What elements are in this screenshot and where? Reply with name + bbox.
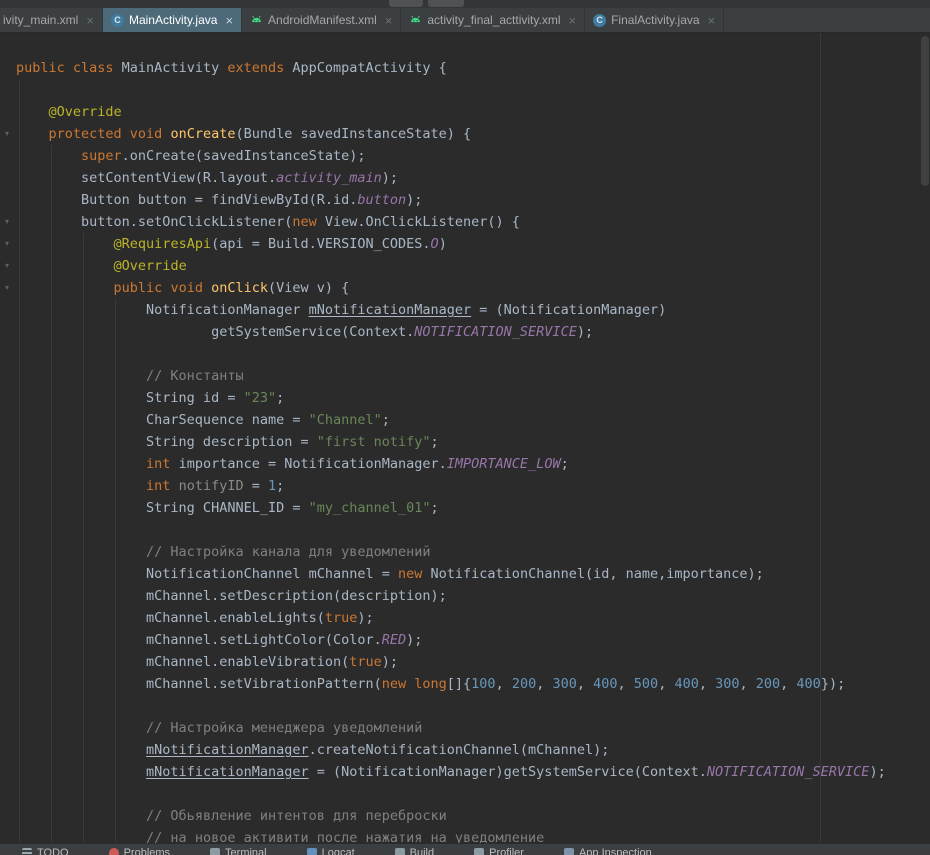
tab-label: FinalActivity.java xyxy=(611,13,699,27)
tool-window-button-logcat[interactable]: Logcat xyxy=(307,847,355,855)
code-line: mChannel.enableLights(true); xyxy=(0,607,930,629)
code-line: String description = "first notify"; xyxy=(0,431,930,453)
tool-window-label: Logcat xyxy=(322,847,355,855)
code-line: getSystemService(Context.NOTIFICATION_SE… xyxy=(0,321,930,343)
editor-tab-bar: ivity_main.xml×CMainActivity.java×Androi… xyxy=(0,8,930,33)
code-line: ▾ button.setOnClickListener(new View.OnC… xyxy=(0,211,930,233)
profiler-icon xyxy=(474,848,484,855)
tab-label: MainActivity.java xyxy=(129,13,217,27)
java-class-icon: C xyxy=(593,14,606,27)
code-line xyxy=(0,783,930,805)
tab-close-icon[interactable]: × xyxy=(225,14,233,27)
code-line: mChannel.setLightColor(Color.RED); xyxy=(0,629,930,651)
tab-label: ivity_main.xml xyxy=(3,13,78,27)
android-icon xyxy=(409,14,422,27)
tool-window-label: Build xyxy=(410,847,434,855)
app-inspection-icon xyxy=(564,848,574,855)
code-line xyxy=(0,343,930,365)
tab-activity-main-xml[interactable]: ivity_main.xml × xyxy=(0,8,103,32)
code-editor[interactable]: public class MainActivity extends AppCom… xyxy=(0,33,930,855)
code-line: int notifyID = 1; xyxy=(0,475,930,497)
code-line: Button button = findViewById(R.id.button… xyxy=(0,189,930,211)
tool-window-label: Profiler xyxy=(489,847,524,855)
tool-window-label: TODO xyxy=(37,847,69,855)
code-line: // Обьявление интентов для переброски xyxy=(0,805,930,827)
tool-window-button-profiler[interactable]: Profiler xyxy=(474,847,524,855)
tab-mainactivity-java[interactable]: C MainActivity.java × xyxy=(103,8,242,32)
main-toolbar xyxy=(0,0,930,8)
logcat-icon xyxy=(307,848,317,855)
tool-window-label: Problems xyxy=(124,847,170,855)
fold-marker-icon[interactable]: ▾ xyxy=(1,255,13,277)
code-line: ▾ @Override xyxy=(0,255,930,277)
fold-marker-icon[interactable]: ▾ xyxy=(1,123,13,145)
android-icon xyxy=(250,14,263,27)
android-studio-window: ivity_main.xml×CMainActivity.java×Androi… xyxy=(0,0,930,855)
code-line: mNotificationManager.createNotificationC… xyxy=(0,739,930,761)
code-line: // Настройка менеджера уведомлений xyxy=(0,717,930,739)
tab-androidmanifest-xml[interactable]: AndroidManifest.xml × xyxy=(242,8,401,32)
code-line: String id = "23"; xyxy=(0,387,930,409)
code-line xyxy=(0,695,930,717)
tool-window-button-problems[interactable]: Problems xyxy=(109,847,170,855)
code-line: // Константы xyxy=(0,365,930,387)
code-line: super.onCreate(savedInstanceState); xyxy=(0,145,930,167)
fold-marker-icon[interactable]: ▾ xyxy=(1,233,13,255)
code-line: NotificationChannel mChannel = new Notif… xyxy=(0,563,930,585)
tab-label: activity_final_acttivity.xml xyxy=(427,13,560,27)
tab-close-icon[interactable]: × xyxy=(385,14,393,27)
tab-close-icon[interactable]: × xyxy=(569,14,577,27)
tool-window-button-terminal[interactable]: Terminal xyxy=(210,847,267,855)
tab-label: AndroidManifest.xml xyxy=(268,13,377,27)
code-line: mNotificationManager = (NotificationMana… xyxy=(0,761,930,783)
code-lines: public class MainActivity extends AppCom… xyxy=(0,57,930,849)
fold-marker-icon[interactable]: ▾ xyxy=(1,211,13,233)
code-line: ▾ protected void onCreate(Bundle savedIn… xyxy=(0,123,930,145)
code-line: @Override xyxy=(0,101,930,123)
tab-activity-final-acttivity-xml[interactable]: activity_final_acttivity.xml × xyxy=(401,8,585,32)
tool-window-button-app-inspection[interactable]: App Inspection xyxy=(564,847,652,855)
todo-icon xyxy=(22,848,32,855)
java-class-icon: C xyxy=(111,14,124,27)
code-line xyxy=(0,79,930,101)
tab-close-icon[interactable]: × xyxy=(86,14,94,27)
code-line: setContentView(R.layout.activity_main); xyxy=(0,167,930,189)
code-line: CharSequence name = "Channel"; xyxy=(0,409,930,431)
toolbar-button[interactable] xyxy=(428,0,464,7)
code-line: int importance = NotificationManager.IMP… xyxy=(0,453,930,475)
code-line: mChannel.enableVibration(true); xyxy=(0,651,930,673)
code-line: NotificationManager mNotificationManager… xyxy=(0,299,930,321)
code-line: ▾ @RequiresApi(api = Build.VERSION_CODES… xyxy=(0,233,930,255)
tool-window-label: App Inspection xyxy=(579,847,652,855)
tool-window-button-build[interactable]: Build xyxy=(395,847,434,855)
tool-window-bar: TODO Problems Terminal Logcat Build Profiler A… xyxy=(0,843,930,855)
toolbar-button[interactable] xyxy=(389,0,423,7)
tool-window-button-todo[interactable]: TODO xyxy=(22,847,69,855)
code-line: ▾ public void onClick(View v) { xyxy=(0,277,930,299)
code-line: mChannel.setDescription(description); xyxy=(0,585,930,607)
tab-close-icon[interactable]: × xyxy=(708,14,716,27)
code-line: // Настройка канала для уведомлений xyxy=(0,541,930,563)
terminal-icon xyxy=(210,848,220,855)
tab-finalactivity-java[interactable]: C FinalActivity.java × xyxy=(585,8,724,32)
code-line xyxy=(0,519,930,541)
build-icon xyxy=(395,848,405,855)
scrollbar-thumb[interactable] xyxy=(921,36,929,186)
code-line: mChannel.setVibrationPattern(new long[]{… xyxy=(0,673,930,695)
code-line: String CHANNEL_ID = "my_channel_01"; xyxy=(0,497,930,519)
tool-window-label: Terminal xyxy=(225,847,267,855)
fold-marker-icon[interactable]: ▾ xyxy=(1,277,13,299)
code-line: public class MainActivity extends AppCom… xyxy=(0,57,930,79)
problems-icon xyxy=(109,848,119,855)
